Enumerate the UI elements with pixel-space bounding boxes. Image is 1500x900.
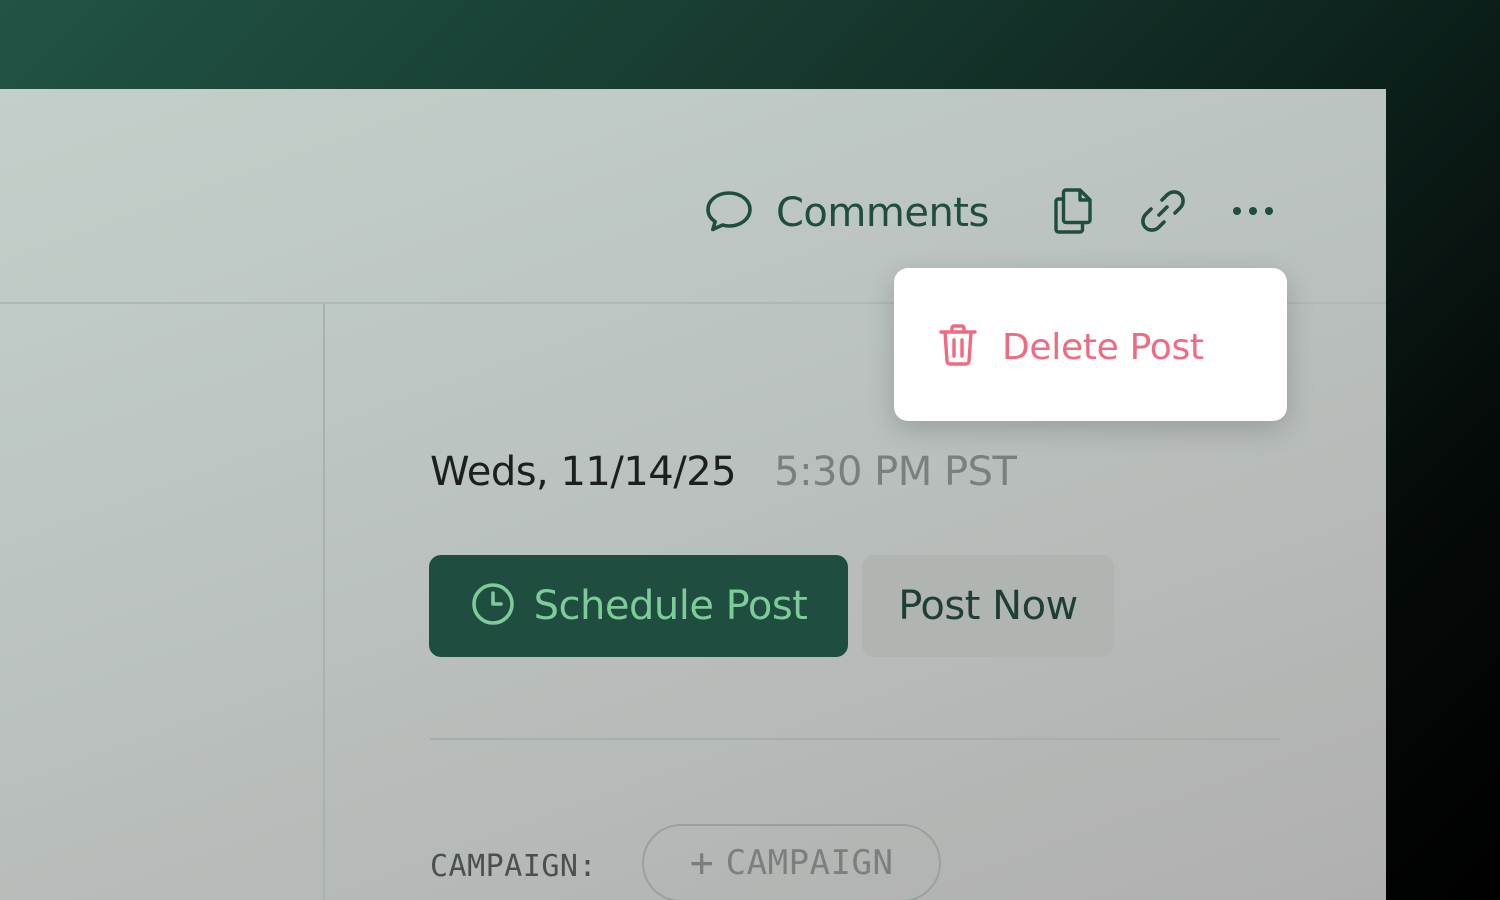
post-now-button[interactable]: Post Now	[862, 555, 1114, 657]
more-horizontal-icon	[1231, 204, 1275, 222]
schedule-datetime: Weds, 11/14/25 5:30 PM PST	[430, 449, 1017, 497]
more-options-menu: Delete Post	[894, 268, 1287, 421]
copy-icon	[1050, 186, 1096, 241]
comments-button[interactable]: Comments	[704, 185, 989, 241]
add-campaign-label: CAMPAIGN	[725, 843, 894, 883]
add-campaign-button[interactable]: + CAMPAIGN	[642, 824, 941, 900]
schedule-date[interactable]: Weds, 11/14/25	[430, 449, 737, 495]
clock-icon	[470, 581, 516, 632]
schedule-post-label: Schedule Post	[533, 583, 808, 629]
trash-icon	[938, 323, 978, 372]
link-icon	[1138, 186, 1188, 241]
plus-icon: +	[689, 840, 714, 886]
left-panel-divider	[323, 304, 325, 900]
delete-post-label: Delete Post	[1002, 326, 1204, 368]
section-divider	[430, 738, 1280, 740]
schedule-time[interactable]: 5:30 PM PST	[774, 449, 1017, 495]
speech-bubble-icon	[704, 188, 754, 239]
copy-button[interactable]	[1047, 185, 1099, 241]
post-editor-window: Comments Weds, 11/14/25 5:30 PM PST Sche…	[0, 89, 1386, 900]
more-options-button[interactable]	[1227, 185, 1279, 241]
comments-label: Comments	[776, 190, 989, 236]
post-now-label: Post Now	[898, 583, 1078, 629]
copy-link-button[interactable]	[1137, 185, 1189, 241]
schedule-post-button[interactable]: Schedule Post	[429, 555, 848, 657]
delete-post-menu-item[interactable]: Delete Post	[938, 323, 1204, 372]
campaign-label: CAMPAIGN:	[430, 849, 598, 884]
